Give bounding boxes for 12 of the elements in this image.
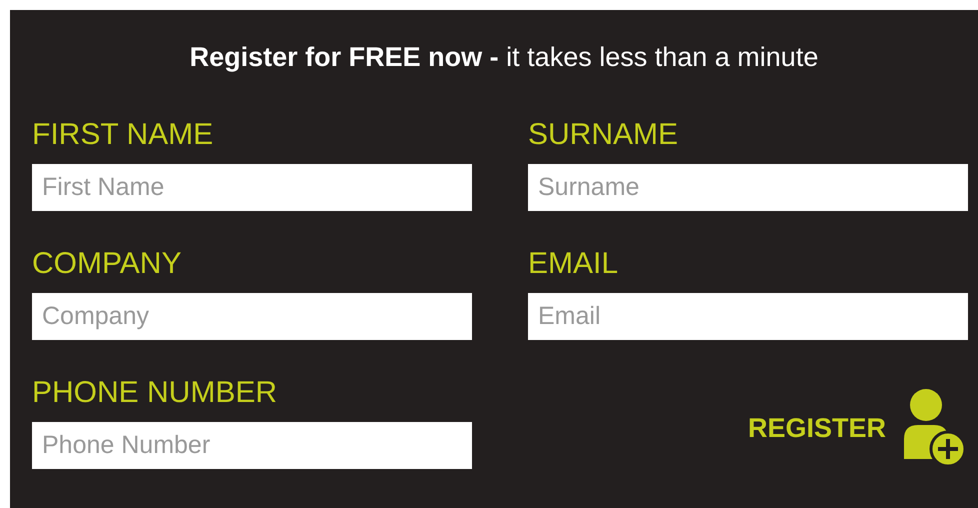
field-label: SURNAME <box>528 118 678 152</box>
input-field[interactable]: Surname <box>528 164 968 211</box>
field-label: FIRST NAME <box>32 118 214 152</box>
form-heading: Register for FREE now - it takes less than a minute <box>188 42 820 74</box>
field-label: EMAIL <box>528 247 618 281</box>
input-field[interactable]: Email <box>528 293 968 340</box>
input-field[interactable]: Company <box>32 293 472 340</box>
register-button[interactable]: REGISTER <box>748 387 968 469</box>
input-field[interactable]: First Name <box>32 164 472 211</box>
input-field[interactable]: Phone Number <box>32 422 472 469</box>
field-label: COMPANY <box>32 247 182 281</box>
field-label: PHONE NUMBER <box>32 376 278 410</box>
